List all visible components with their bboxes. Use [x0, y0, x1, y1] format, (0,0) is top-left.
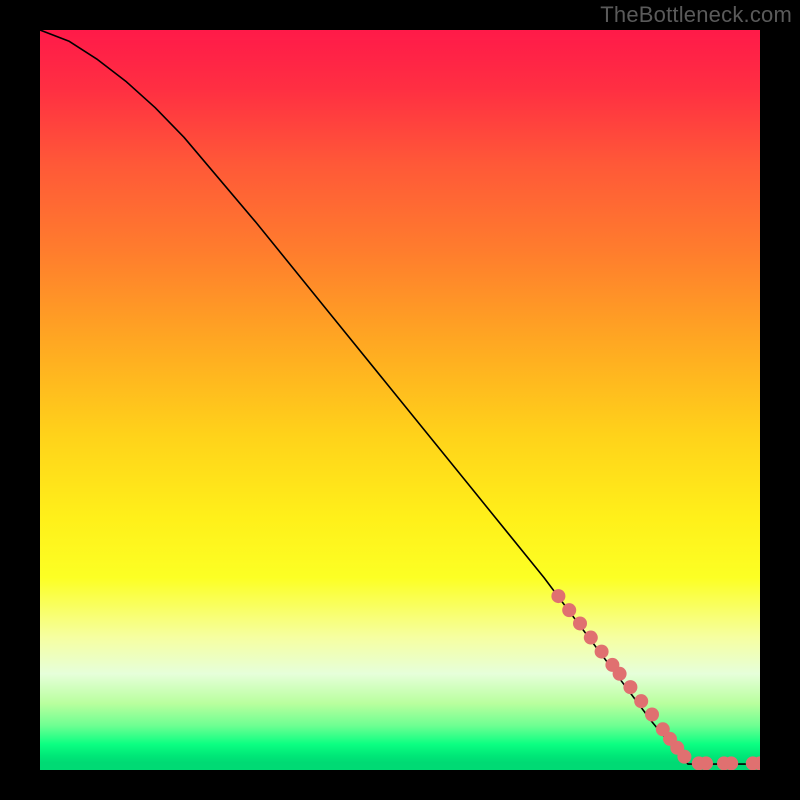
data-marker — [724, 756, 738, 770]
data-marker — [562, 603, 576, 617]
data-marker — [551, 589, 565, 603]
data-marker — [634, 694, 648, 708]
data-marker — [613, 667, 627, 681]
data-marker — [623, 680, 637, 694]
data-marker — [595, 645, 609, 659]
data-marker — [677, 750, 691, 764]
watermark-label: TheBottleneck.com — [600, 2, 792, 28]
curve-path — [40, 30, 760, 764]
chart-overlay-svg — [40, 30, 760, 770]
chart-frame: TheBottleneck.com — [0, 0, 800, 800]
data-marker — [645, 708, 659, 722]
marker-group — [551, 589, 760, 770]
data-marker — [573, 616, 587, 630]
data-marker — [699, 756, 713, 770]
data-marker — [584, 631, 598, 645]
plot-area — [40, 30, 760, 770]
